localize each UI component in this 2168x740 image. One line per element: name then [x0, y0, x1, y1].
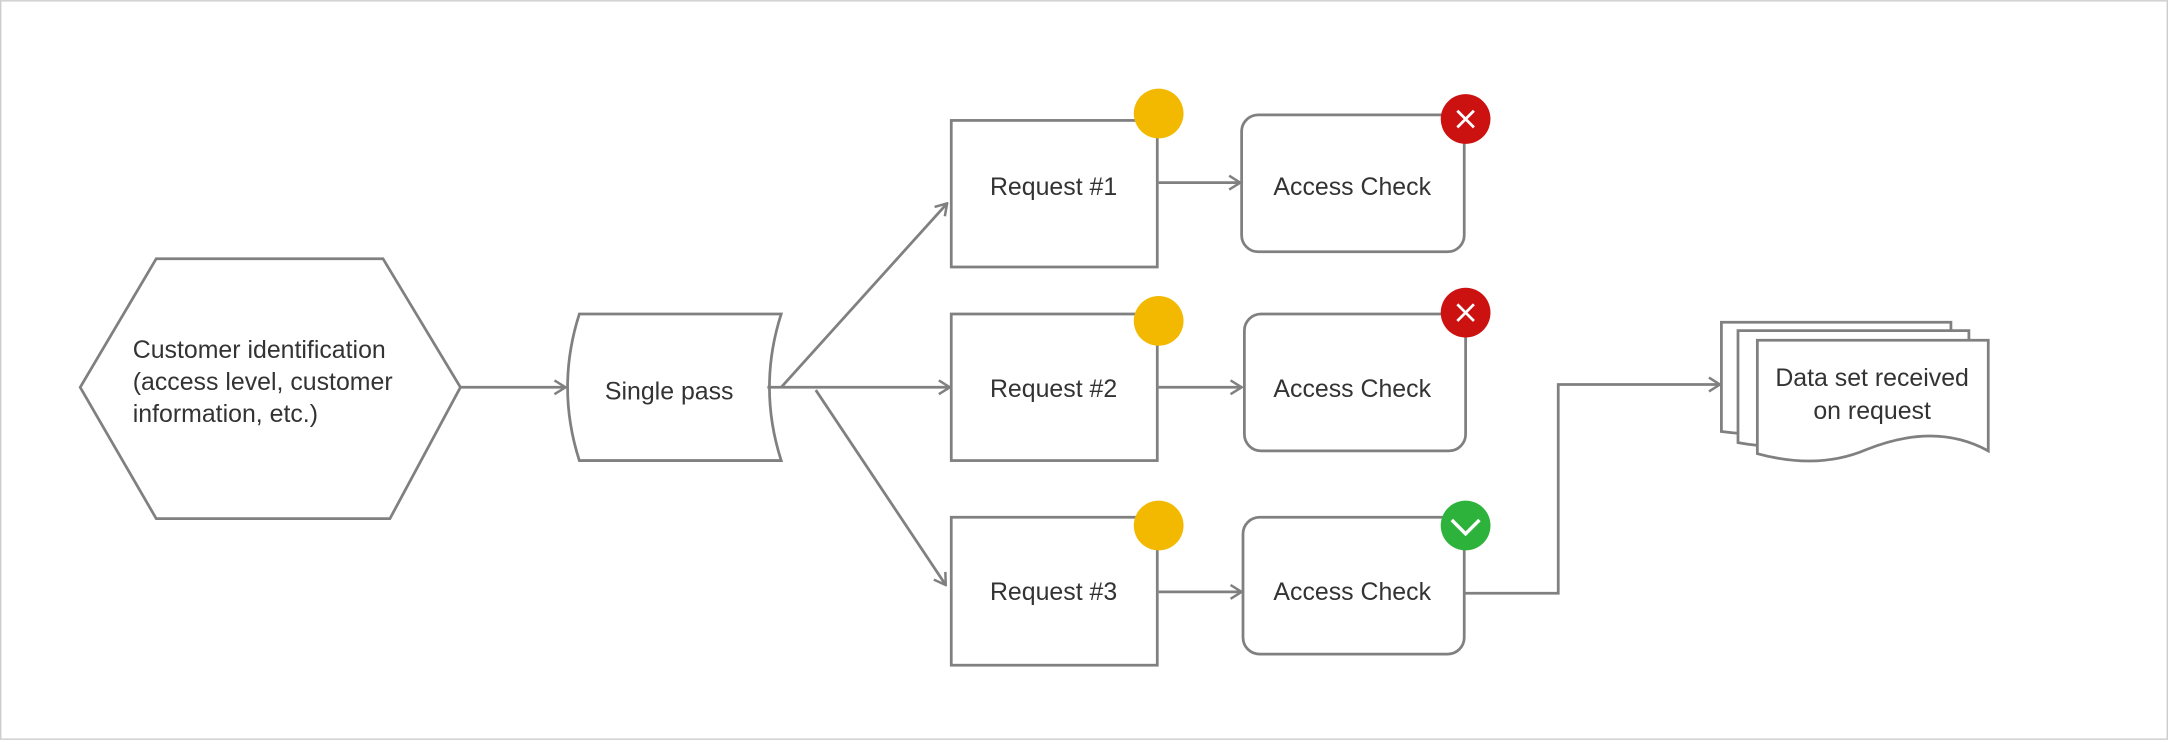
result-line-1: Data set received — [1775, 364, 1969, 392]
request-node-3: Request #3 — [949, 500, 1184, 667]
customer-identification-node: Customer identification (access level, c… — [78, 257, 463, 521]
single-pass-node: Single pass — [566, 312, 784, 462]
customer-line-2: (access level, customer — [133, 368, 393, 396]
flow-diagram: Customer identification (access level, c… — [0, 0, 2168, 740]
close-icon — [1440, 287, 1491, 338]
access-check-node-1: Access Check — [1240, 94, 1491, 254]
access-check-node-3: Access Check — [1241, 500, 1491, 656]
customer-line-1: Customer identification — [133, 336, 386, 364]
customer-line-3: information, etc.) — [133, 400, 318, 428]
check-icon — [1440, 500, 1491, 551]
result-line-2: on request — [1813, 397, 1931, 425]
close-icon — [1440, 94, 1491, 144]
request-node-2: Request #2 — [949, 296, 1184, 462]
request-label: Request #2 — [990, 375, 1117, 403]
access-check-label: Access Check — [1273, 375, 1431, 403]
request-label: Request #3 — [990, 578, 1117, 606]
status-dot — [1133, 88, 1184, 139]
status-dot — [1133, 296, 1184, 346]
request-label: Request #1 — [990, 173, 1117, 201]
access-check-label: Access Check — [1273, 173, 1431, 201]
single-pass-label: Single pass — [605, 378, 734, 406]
access-check-label: Access Check — [1273, 578, 1431, 606]
status-dot — [1133, 500, 1184, 551]
